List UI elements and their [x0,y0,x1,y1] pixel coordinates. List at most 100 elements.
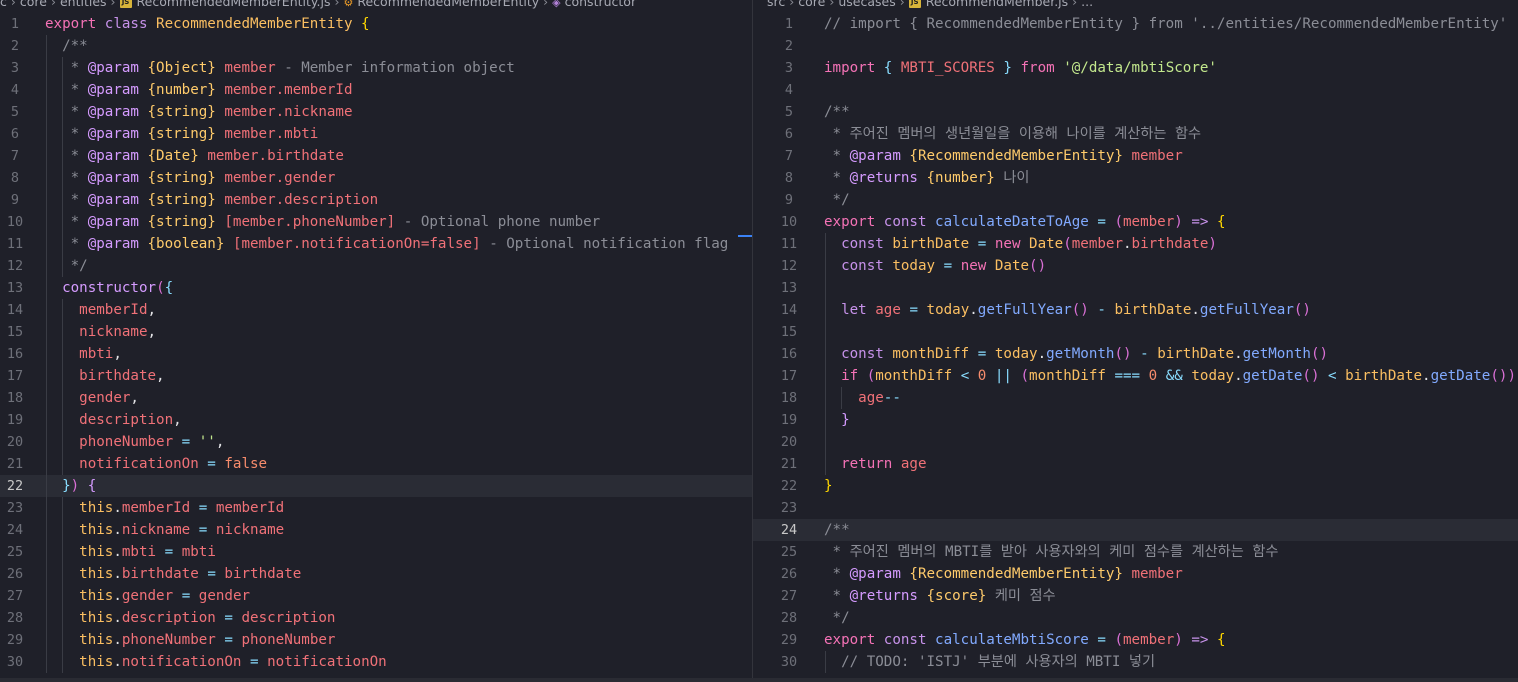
code-token: () [1310,346,1329,362]
code-line[interactable]: 18 gender, [0,387,752,409]
code-line[interactable]: 30 // TODO: 'ISTJ' 부분에 사용자의 MBTI 넣기 [753,651,1518,673]
code-line[interactable]: 30 this.notificationOn = notificationOn [0,651,752,673]
code-token: description [121,610,225,626]
breadcrumb-more[interactable]: ... [1081,0,1093,9]
line-number: 13 [6,280,24,296]
code-line[interactable]: 1 export class RecommendedMemberEntity { [0,13,752,35]
line-number: 21 [780,456,798,472]
right-editor-pane[interactable]: src › core › usecases › JS RecommendMember.js ›.… [753,0,1518,682]
left-code-area[interactable]: 1 export class RecommendedMemberEntity {2… [0,13,752,673]
code-line[interactable]: 21 return age [753,453,1518,475]
code-line[interactable]: 10 export const calculateDateToAge = (mem… [753,211,1518,233]
code-line[interactable]: 3 * @param {Object} member - Member info… [0,57,752,79]
code-line[interactable]: 28 */ [753,607,1518,629]
code-line[interactable]: 17 birthdate, [0,365,752,387]
code-token: today [1191,368,1235,384]
breadcrumb-item[interactable]: c [0,0,7,9]
code-line[interactable]: 25 this.mbti = mbti [0,541,752,563]
code-line[interactable]: 25 * 주어진 멤버의 MBTI를 받아 사용자와의 케미 점수를 계산하는 … [753,541,1518,563]
code-line[interactable]: 2 [753,35,1518,57]
code-line[interactable]: 27 * @returns {score} 케미 점수 [753,585,1518,607]
code-line[interactable]: 13 [753,277,1518,299]
code-line[interactable]: 19 } [753,409,1518,431]
code-line[interactable]: 14 memberId, [0,299,752,321]
code-line[interactable]: 4 [753,79,1518,101]
code-line[interactable]: 6 * 주어진 멤버의 생년월일을 이용해 나이를 계산하는 함수 [753,123,1518,145]
right-code-area[interactable]: 1 // import { RecommendedMemberEntity } f… [753,13,1518,673]
code-line[interactable]: 16 const monthDiff = today.getMonth() - … [753,343,1518,365]
code-token: */ [824,610,850,626]
breadcrumb-item[interactable]: core [798,0,825,9]
horizontal-scrollbar[interactable] [0,678,1518,682]
code-token: => [1191,214,1217,230]
code-line[interactable]: 23 [753,497,1518,519]
code-token: @returns [849,588,927,604]
breadcrumb-item[interactable]: entities [60,0,107,9]
code-line[interactable]: 5 /** [753,101,1518,123]
line-text: */ [824,189,850,211]
code-line[interactable]: 29 this.phoneNumber = phoneNumber [0,629,752,651]
code-line[interactable]: 24 /** [753,519,1518,541]
code-line[interactable]: 8 * @param {string} member.gender [0,167,752,189]
code-line[interactable]: 10 * @param {string} [member.phoneNumber… [0,211,752,233]
code-line[interactable]: 21 notificationOn = false [0,453,752,475]
breadcrumb-item[interactable]: usecases [838,0,895,9]
code-line[interactable]: 26 this.birthdate = birthdate [0,563,752,585]
breadcrumb-item[interactable]: core [20,0,47,9]
code-line[interactable]: 11 * @param {boolean} [member.notificati… [0,233,752,255]
left-editor-pane[interactable]: c › core › entities › JS RecommendedMemberEntit… [0,0,752,682]
code-line[interactable]: 9 * @param {string} member.description [0,189,752,211]
line-text: * @param {string} [member.phoneNumber] -… [45,211,601,233]
code-line[interactable]: 19 description, [0,409,752,431]
code-line[interactable]: 17 if (monthDiff < 0 || (monthDiff === 0… [753,365,1518,387]
code-line[interactable]: 27 this.gender = gender [0,585,752,607]
code-token: {string} [147,104,225,120]
code-token: . [113,610,122,626]
code-line[interactable]: 28 this.description = description [0,607,752,629]
breadcrumb-item[interactable]: src [767,0,785,9]
breadcrumb-file[interactable]: RecommendedMemberEntity.js [137,0,331,9]
code-line[interactable]: 16 mbti, [0,343,752,365]
code-line[interactable]: 4 * @param {number} member.memberId [0,79,752,101]
code-token: today [994,346,1038,362]
code-line[interactable]: 8 * @returns {number} 나이 [753,167,1518,189]
code-line[interactable]: 12 */ [0,255,752,277]
code-line[interactable]: 20 [753,431,1518,453]
breadcrumb-symbol[interactable]: RecommendedMemberEntity [357,0,539,9]
code-token: birthdate [224,566,302,582]
code-line[interactable]: 9 */ [753,189,1518,211]
code-line[interactable]: 24 this.nickname = nickname [0,519,752,541]
code-line[interactable]: 26 * @param {RecommendedMemberEntity} me… [753,563,1518,585]
code-line[interactable]: 20 phoneNumber = '', [0,431,752,453]
line-text: const monthDiff = today.getMonth() - bir… [824,343,1328,365]
code-line[interactable]: 14 let age = today.getFullYear() - birth… [753,299,1518,321]
code-line[interactable]: 1 // import { RecommendedMemberEntity } f… [753,13,1518,35]
breadcrumb-symbol[interactable]: constructor [565,0,636,9]
code-line[interactable]: 7 * @param {RecommendedMemberEntity} mem… [753,145,1518,167]
breadcrumb-file[interactable]: RecommendMember.js [926,0,1068,9]
code-token: member.description [224,192,379,208]
code-line[interactable]: 2 /** [0,35,752,57]
code-line[interactable]: 6 * @param {string} member.mbti [0,123,752,145]
code-line[interactable]: 15 [753,321,1518,343]
code-line[interactable]: 22} [753,475,1518,497]
code-token: nickname [121,522,199,538]
code-line[interactable]: 22 }) { [0,475,752,497]
code-line[interactable]: 11 const birthDate = new Date(member.bir… [753,233,1518,255]
line-text: export const calculateMbtiScore = (membe… [824,629,1226,651]
line-number: 3 [10,60,20,76]
line-number: 19 [6,412,24,428]
code-line[interactable]: 29 export const calculateMbtiScore = (mem… [753,629,1518,651]
code-line[interactable]: 23 this.memberId = memberId [0,497,752,519]
code-line[interactable]: 5 * @param {string} member.nickname [0,101,752,123]
code-line[interactable]: 13 constructor({ [0,277,752,299]
code-line[interactable]: 12 const today = new Date() [753,255,1518,277]
code-line[interactable]: 3 import { MBTI_SCORES } from '@/data/mbt… [753,57,1518,79]
code-line[interactable]: 18 age-- [753,387,1518,409]
code-token: age [858,390,884,406]
code-line[interactable]: 15 nickname, [0,321,752,343]
code-line[interactable]: 7 * @param {Date} member.birthdate [0,145,752,167]
